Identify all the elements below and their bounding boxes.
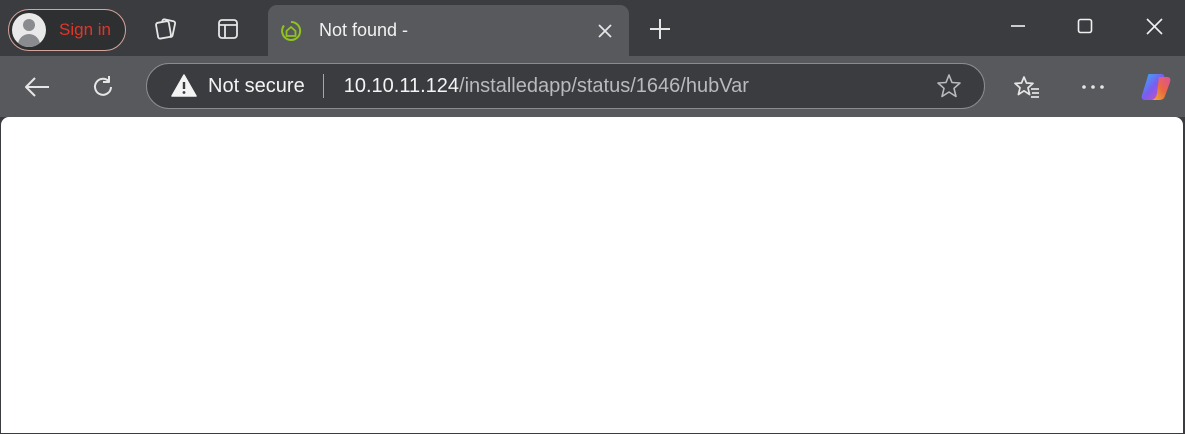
maximize-button[interactable] bbox=[1063, 8, 1107, 44]
address-bar[interactable]: Not secure 10.10.11.124/installedapp/sta… bbox=[146, 63, 985, 109]
tab-title: Not found - bbox=[319, 20, 409, 40]
workspaces-button[interactable] bbox=[149, 13, 181, 45]
navigation-toolbar: Not secure 10.10.11.124/installedapp/sta… bbox=[0, 56, 1185, 117]
minimize-icon bbox=[1011, 25, 1025, 27]
copilot-button[interactable] bbox=[1139, 70, 1173, 104]
url-text[interactable]: 10.10.11.124/installedapp/status/1646/hu… bbox=[344, 75, 934, 98]
more-icon bbox=[1082, 85, 1104, 89]
more-button[interactable] bbox=[1076, 70, 1110, 104]
refresh-icon bbox=[94, 76, 112, 96]
window-close-button[interactable] bbox=[1132, 8, 1176, 44]
plus-icon bbox=[650, 19, 670, 39]
add-favorite-button[interactable] bbox=[934, 71, 964, 101]
tab-strip: Sign in Not found - bbox=[0, 0, 1185, 56]
workspaces-icon bbox=[155, 18, 177, 40]
close-icon bbox=[1145, 17, 1163, 35]
profile-button[interactable]: Sign in bbox=[8, 9, 126, 51]
browser-window: Sign in Not found - Not secure 10.10.11.… bbox=[0, 0, 1185, 434]
back-button[interactable] bbox=[20, 70, 54, 104]
url-path: /installedapp/status/1646/hubVar bbox=[459, 74, 749, 97]
tab-actions-button[interactable] bbox=[212, 13, 244, 45]
url-host: 10.10.11.124 bbox=[343, 74, 460, 97]
tab-close-button[interactable] bbox=[591, 17, 619, 45]
sign-in-label: Sign in bbox=[59, 20, 111, 39]
security-status-label[interactable]: Not secure bbox=[208, 75, 305, 98]
omnibox-divider bbox=[322, 74, 324, 98]
minimize-button[interactable] bbox=[996, 8, 1040, 44]
back-arrow-icon bbox=[25, 77, 49, 97]
tab-active[interactable]: Not found - bbox=[268, 5, 629, 56]
maximize-icon bbox=[1077, 18, 1093, 34]
tab-actions-icon bbox=[218, 19, 238, 39]
new-tab-button[interactable] bbox=[644, 13, 676, 45]
page-content[interactable] bbox=[1, 117, 1183, 433]
warning-icon[interactable] bbox=[171, 74, 197, 98]
close-icon bbox=[598, 23, 612, 38]
star-icon bbox=[937, 74, 961, 98]
refresh-button[interactable] bbox=[86, 70, 120, 104]
copilot-icon bbox=[1141, 74, 1171, 100]
avatar-icon bbox=[12, 13, 46, 47]
favorites-icon bbox=[1014, 76, 1039, 98]
favorites-button[interactable] bbox=[1010, 70, 1044, 104]
hubitat-icon bbox=[280, 20, 302, 42]
